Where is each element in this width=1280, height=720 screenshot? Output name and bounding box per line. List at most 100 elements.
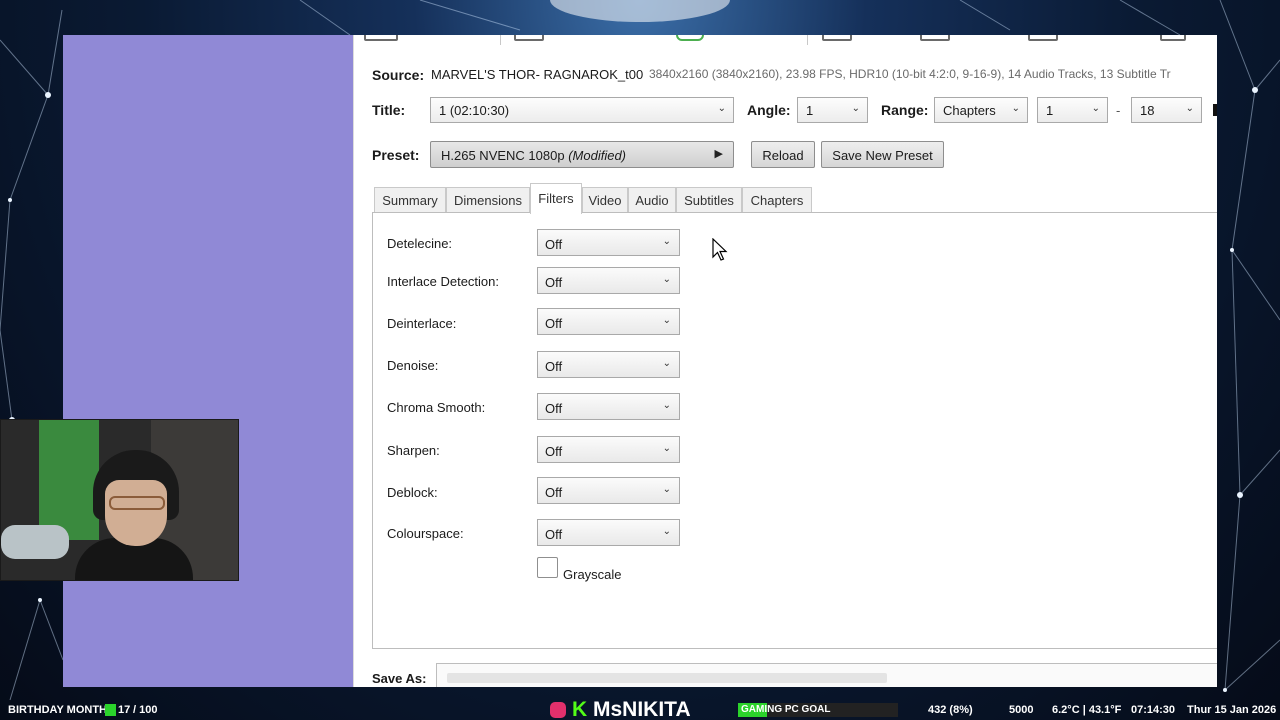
add-to-queue-icon[interactable] — [514, 35, 544, 41]
tab-subtitles[interactable]: Subtitles — [676, 187, 742, 213]
range-end-value: 18 — [1140, 103, 1155, 118]
tab-chapters[interactable]: Chapters — [742, 187, 812, 213]
range-mode-dropdown[interactable]: Chapters ⌄ — [934, 97, 1028, 123]
tab-dimensions[interactable]: Dimensions — [446, 187, 530, 213]
goal-label: GAMING PC GOAL — [741, 704, 831, 715]
captured-window: Source: MARVEL'S THOR- RAGNAROK_t00 3840… — [63, 35, 1217, 687]
green-screen — [39, 420, 99, 540]
kick-icon — [105, 704, 116, 716]
chevron-down-icon: ⌄ — [662, 526, 671, 537]
webcam-overlay — [0, 419, 239, 581]
deinterlace-value: Off — [545, 316, 563, 331]
colourspace-value: Off — [545, 527, 563, 542]
temperature: 6.2°C | 43.1°F — [1052, 704, 1122, 716]
interlace-detection-dropdown[interactable]: Off ⌄ — [537, 267, 680, 294]
chevron-down-icon: ⌄ — [662, 274, 671, 285]
colourspace-dropdown[interactable]: Off ⌄ — [537, 519, 680, 546]
clock-time: 07:14:30 — [1131, 704, 1176, 716]
deblock-value: Off — [545, 485, 563, 500]
angle-dropdown[interactable]: 1 ⌄ — [797, 97, 868, 123]
sharpen-dropdown[interactable]: Off ⌄ — [537, 436, 680, 463]
chevron-down-icon: ⌄ — [662, 315, 671, 326]
chevron-down-icon: ⌄ — [717, 103, 726, 114]
blurred-path — [447, 673, 887, 683]
save-as-label: Save As: — [372, 671, 427, 686]
handbrake-window: Source: MARVEL'S THOR- RAGNAROK_t00 3840… — [353, 35, 1217, 687]
tab-audio[interactable]: Audio — [628, 187, 676, 213]
filter-label-deinterlace: Deinterlace: — [387, 316, 457, 331]
chevron-down-icon: ⌄ — [662, 484, 671, 495]
glasses — [109, 496, 165, 510]
toolbar — [354, 35, 1217, 45]
activity-log-icon[interactable] — [1028, 35, 1058, 41]
denoise-dropdown[interactable]: Off ⌄ — [537, 351, 680, 378]
purple-side-panel — [63, 35, 353, 687]
preview-icon[interactable] — [920, 35, 950, 41]
filter-label-colourspace: Colourspace: — [387, 526, 464, 541]
chevron-right-icon: ▶ — [714, 148, 723, 160]
filter-label-sharpen: Sharpen: — [387, 443, 440, 458]
chevron-down-icon: ⌄ — [1091, 103, 1100, 114]
birthday-count: 17 — [118, 704, 131, 716]
open-source-icon[interactable] — [364, 35, 398, 41]
deinterlace-dropdown[interactable]: Off ⌄ — [537, 308, 680, 335]
tab-summary[interactable]: Summary — [374, 187, 446, 213]
viewer-stat: 432 (8%) — [928, 704, 973, 716]
chevron-down-icon: ⌄ — [662, 358, 671, 369]
chevron-down-icon: ⌄ — [662, 400, 671, 411]
toolbar-separator — [500, 35, 501, 45]
chroma-smooth-value: Off — [545, 401, 563, 416]
source-info: 3840x2160 (3840x2160), 23.98 FPS, HDR10 … — [649, 67, 1171, 81]
date: Thur 15 Jan 2026 — [1187, 704, 1277, 716]
chevron-down-icon: ⌄ — [1011, 103, 1020, 114]
birthday-month-label: BIRTHDAY MONTH — [8, 704, 108, 716]
angle-value: 1 — [806, 103, 814, 118]
filter-label-deblock: Deblock: — [387, 485, 438, 500]
preset-name: H.265 NVENC 1080p — [441, 148, 565, 163]
grayscale-checkbox[interactable] — [537, 557, 558, 578]
range-start-value: 1 — [1046, 103, 1054, 118]
range-end-dropdown[interactable]: 18 ⌄ — [1131, 97, 1202, 123]
streamer-face — [105, 480, 167, 546]
detelecine-dropdown[interactable]: Off ⌄ — [537, 229, 680, 256]
toolbar-separator — [807, 35, 808, 45]
stream-info-bar: BIRTHDAY MONTH 17 / 100 K MsNIKITA GAMIN… — [0, 698, 1280, 720]
tab-video[interactable]: Video — [582, 187, 628, 213]
chroma-smooth-dropdown[interactable]: Off ⌄ — [537, 393, 680, 420]
chevron-down-icon: ⌄ — [662, 443, 671, 454]
queue-icon[interactable] — [822, 35, 852, 41]
preset-modified: (Modified) — [568, 148, 626, 163]
presets-icon[interactable] — [1160, 35, 1186, 41]
filter-label-denoise: Denoise: — [387, 358, 439, 373]
reload-button[interactable]: Reload — [751, 141, 815, 168]
detelecine-value: Off — [545, 237, 563, 252]
chevron-down-icon: ⌄ — [662, 236, 671, 247]
source-name: MARVEL'S THOR- RAGNAROK_t00 — [431, 67, 644, 82]
angle-label: Angle: — [747, 102, 791, 118]
preset-selector[interactable]: H.265 NVENC 1080p (Modified) ▶ — [430, 141, 734, 168]
filter-label-detelecine: Detelecine: — [387, 236, 453, 251]
chevron-down-icon: ⌄ — [1185, 103, 1194, 114]
birthday-total: / 100 — [133, 704, 158, 716]
chevron-down-icon: ⌄ — [851, 103, 860, 114]
preset-label: Preset: — [372, 147, 420, 163]
grayscale-label: Grayscale — [563, 567, 622, 582]
mouse-cursor-icon — [712, 238, 728, 261]
tab-filters[interactable]: Filters — [530, 183, 582, 214]
save-new-preset-button[interactable]: Save New Preset — [821, 141, 944, 168]
deblock-dropdown[interactable]: Off ⌄ — [537, 477, 680, 504]
denoise-value: Off — [545, 359, 563, 374]
range-start-dropdown[interactable]: 1 ⌄ — [1037, 97, 1108, 123]
range-label: Range: — [881, 102, 929, 118]
truncated-control — [1213, 104, 1217, 116]
interlace-detection-value: Off — [545, 275, 563, 290]
title-value: 1 (02:10:30) — [439, 103, 510, 118]
title-dropdown[interactable]: 1 (02:10:30) ⌄ — [430, 97, 734, 123]
instagram-icon — [550, 702, 566, 718]
save-as-field[interactable] — [436, 663, 1217, 687]
source-label: Source: — [372, 67, 425, 83]
filter-label-chroma-smooth: Chroma Smooth: — [387, 400, 486, 415]
range-mode-value: Chapters — [943, 103, 996, 118]
range-separator: - — [1116, 103, 1121, 118]
start-encode-icon[interactable] — [676, 35, 704, 41]
